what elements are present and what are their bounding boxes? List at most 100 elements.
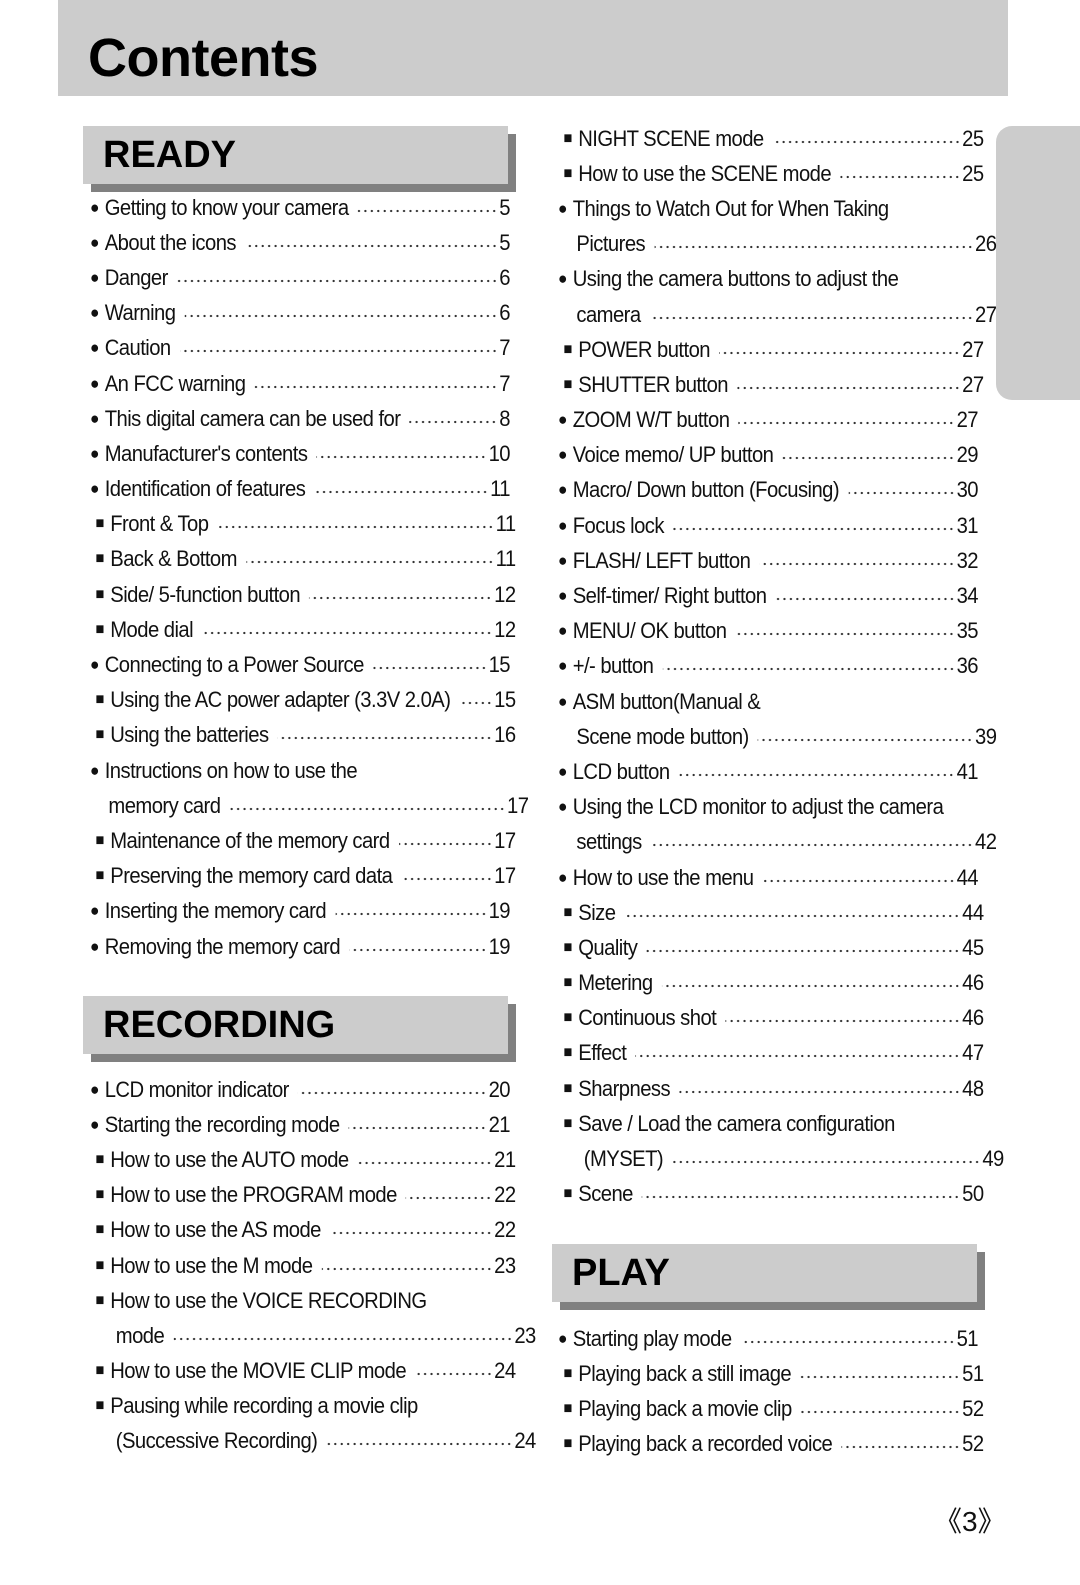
- toc-entry-continuation[interactable]: Pictures 26: [558, 227, 997, 262]
- toc-entry[interactable]: ■ Effect 47: [558, 1036, 985, 1071]
- toc-entry-title: Inserting the memory card: [104, 898, 327, 924]
- toc-entry[interactable]: ● Caution 7: [90, 331, 511, 366]
- toc-entry[interactable]: ■ NIGHT SCENE mode 25: [558, 121, 985, 156]
- toc-page-number: 52: [962, 1395, 984, 1421]
- toc-entry[interactable]: ● About the icons 5: [90, 225, 511, 260]
- toc-entry[interactable]: ● Warning 6: [90, 296, 511, 331]
- toc-entry[interactable]: ■ Size 44: [558, 895, 985, 930]
- toc-entry[interactable]: ● Danger 6: [90, 260, 511, 295]
- toc-entry[interactable]: ● Starting play mode 51: [558, 1321, 979, 1356]
- toc-entry[interactable]: ● LCD button 41: [558, 754, 979, 789]
- toc-entry[interactable]: ■ Back & Bottom 11: [90, 542, 517, 577]
- toc-entry[interactable]: ● Starting the recording mode 21: [90, 1107, 511, 1142]
- toc-entry[interactable]: ■ Using the batteries 16: [90, 718, 517, 753]
- toc-page-number: 5: [499, 229, 511, 255]
- toc-entry[interactable]: ■ How to use the M mode 23: [90, 1248, 517, 1283]
- toc-entry[interactable]: ● Macro/ Down button (Focusing) 30: [558, 473, 979, 508]
- toc-entry[interactable]: ■ POWER button 27: [558, 332, 985, 367]
- toc-entry-title: Connecting to a Power Source: [104, 652, 365, 678]
- toc-entry[interactable]: ● This digital camera can be used for 8: [90, 401, 511, 436]
- toc-entry[interactable]: ■ Playing back a movie clip 52: [558, 1391, 985, 1426]
- toc-entry[interactable]: ■ How to use the SCENE mode 25: [558, 156, 985, 191]
- toc-entry[interactable]: ■ Scene 50: [558, 1177, 985, 1212]
- dot-leader: [246, 560, 494, 565]
- toc-entry-continuation[interactable]: (MYSET) 49: [558, 1141, 1005, 1176]
- toc-entry[interactable]: ● Using the camera buttons to adjust the: [558, 262, 978, 297]
- toc-page-number: 11: [495, 546, 516, 572]
- toc-entry[interactable]: ■ Preserving the memory card data 17: [90, 859, 517, 894]
- section-title-play: PLAY: [572, 1252, 670, 1294]
- toc-entry[interactable]: ● FLASH/ LEFT button 32: [558, 543, 979, 578]
- toc-entry[interactable]: ■ How to use the MOVIE CLIP mode 24: [90, 1354, 517, 1389]
- toc-entry[interactable]: ■ Pausing while recording a movie clip: [90, 1389, 516, 1424]
- toc-entry[interactable]: ● Self-timer/ Right button 34: [558, 578, 979, 613]
- dot-leader: [772, 139, 961, 144]
- toc-entry[interactable]: ● How to use the menu 44: [558, 860, 979, 895]
- toc-entry[interactable]: ■ Playing back a recorded voice 52: [558, 1427, 985, 1462]
- dot-leader: [738, 421, 955, 426]
- toc-entry[interactable]: ● Removing the memory card 19: [90, 929, 511, 964]
- toc-entry[interactable]: ● +/- button 36: [558, 649, 979, 684]
- toc-ready: ● Getting to know your camera 5 ● About the …: [90, 190, 529, 964]
- toc-entry[interactable]: ● ZOOM W/T button 27: [558, 403, 979, 438]
- toc-page-number: 45: [962, 934, 984, 960]
- toc-entry[interactable]: ■ How to use the PROGRAM mode 22: [90, 1178, 517, 1213]
- toc-entry[interactable]: ■ SHUTTER button 27: [558, 367, 985, 402]
- toc-entry-title: Getting to know your camera: [104, 194, 349, 220]
- toc-entry[interactable]: ● Identification of features 11: [90, 472, 511, 507]
- side-tab: [996, 126, 1080, 400]
- toc-entry-title: How to use the AUTO mode: [110, 1146, 349, 1172]
- toc-entry-title: Pausing while recording a movie clip: [110, 1393, 418, 1419]
- toc-entry[interactable]: ● Getting to know your camera 5: [90, 190, 511, 225]
- toc-entry[interactable]: ● MENU/ OK button 35: [558, 614, 979, 649]
- toc-entry[interactable]: ● Connecting to a Power Source 15: [90, 647, 511, 682]
- toc-entry-continuation[interactable]: settings 42: [558, 825, 997, 860]
- toc-page-number: 12: [494, 581, 516, 607]
- toc-entry-continuation[interactable]: Scene mode button) 39: [558, 719, 997, 754]
- square-bullet-icon: ■: [563, 1435, 573, 1453]
- toc-entry[interactable]: ■ Using the AC power adapter (3.3V 2.0A) 1…: [90, 683, 517, 718]
- toc-entry-continuation[interactable]: camera 27: [558, 297, 997, 332]
- toc-entry[interactable]: ■ Quality 45: [558, 930, 985, 965]
- toc-entry[interactable]: ■ Sharpness 48: [558, 1071, 985, 1106]
- toc-entry[interactable]: ● Voice memo/ UP button 29: [558, 438, 979, 473]
- toc-entry[interactable]: ■ Side/ 5-function button 12: [90, 577, 517, 612]
- toc-page-number: 31: [956, 512, 979, 538]
- toc-entry[interactable]: ● Things to Watch Out for When Taking: [558, 191, 978, 226]
- toc-entry-continuation[interactable]: memory card 17: [90, 788, 529, 823]
- dot-leader: [757, 737, 974, 742]
- toc-entry-continuation[interactable]: mode 23: [90, 1318, 537, 1353]
- toc-page-number: 23: [494, 1252, 516, 1278]
- toc-entry-title: Size: [578, 899, 616, 925]
- toc-entry[interactable]: ● Manufacturer's contents 10: [90, 436, 511, 471]
- toc-entry[interactable]: ● LCD monitor indicator 20: [90, 1072, 511, 1107]
- toc-entry[interactable]: ● Inserting the memory card 19: [90, 894, 511, 929]
- toc-entry[interactable]: ● ASM button(Manual &: [558, 684, 978, 719]
- toc-entry[interactable]: ■ How to use the AS mode 22: [90, 1213, 517, 1248]
- dot-leader: [357, 1160, 493, 1165]
- toc-entry[interactable]: ■ How to use the AUTO mode 21: [90, 1142, 517, 1177]
- toc-entry[interactable]: ■ Maintenance of the memory card 17: [90, 823, 517, 858]
- dot-leader: [719, 350, 961, 355]
- toc-entry-title: Preserving the memory card data: [110, 863, 393, 889]
- toc-entry[interactable]: ● Instructions on how to use the: [90, 753, 510, 788]
- toc-page-number: 48: [962, 1075, 984, 1101]
- toc-entry[interactable]: ● Using the LCD monitor to adjust the cam…: [558, 790, 978, 825]
- toc-page-number: 41: [956, 758, 979, 784]
- toc-page-number: 24: [494, 1358, 516, 1384]
- toc-page-number: 30: [956, 477, 979, 503]
- toc-entry[interactable]: ● An FCC warning 7: [90, 366, 511, 401]
- toc-entry[interactable]: ● Focus lock 31: [558, 508, 979, 543]
- toc-entry[interactable]: ■ Front & Top 11: [90, 507, 517, 542]
- toc-entry[interactable]: ■ Playing back a still image 51: [558, 1356, 985, 1391]
- toc-entry-title: Scene: [578, 1181, 633, 1207]
- round-bullet-icon: ●: [90, 232, 99, 252]
- toc-entry[interactable]: ■ Continuous shot 46: [558, 1001, 985, 1036]
- toc-entry[interactable]: ■ How to use the VOICE RECORDING: [90, 1283, 516, 1318]
- toc-entry-title: LCD button: [572, 758, 670, 784]
- toc-entry[interactable]: ■ Metering 46: [558, 966, 985, 1001]
- toc-entry[interactable]: ■ Save / Load the camera configuration: [558, 1106, 984, 1141]
- toc-entry[interactable]: ■ Mode dial 12: [90, 612, 517, 647]
- toc-entry-continuation[interactable]: (Successive Recording) 24: [90, 1424, 537, 1459]
- round-bullet-icon: ●: [90, 408, 99, 428]
